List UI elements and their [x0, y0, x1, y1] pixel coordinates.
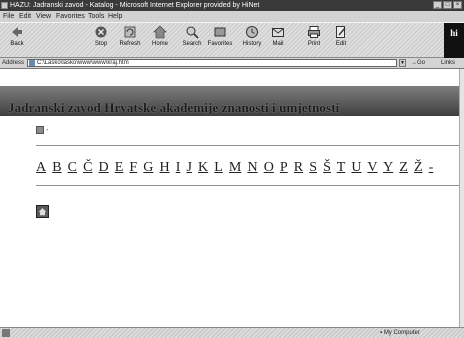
- zone-label: My Computer: [383, 330, 420, 336]
- top-nav-row: -: [36, 126, 48, 135]
- security-zone: ▪ My Computer: [380, 328, 420, 338]
- home-button[interactable]: Home: [145, 25, 175, 48]
- letter-link-k[interactable]: K: [198, 160, 208, 175]
- stop-button[interactable]: Stop: [86, 25, 116, 48]
- letter-link-h[interactable]: H: [160, 160, 170, 175]
- menu-favorites[interactable]: Favorites: [56, 11, 85, 22]
- home-icon: [153, 25, 167, 39]
- divider: [36, 185, 464, 186]
- search-button[interactable]: Search: [177, 25, 207, 48]
- menu-bar: File Edit View Favorites Tools Help: [0, 11, 464, 22]
- refresh-label: Refresh: [119, 41, 141, 47]
- vertical-scrollbar[interactable]: [459, 69, 464, 327]
- letter-link-y[interactable]: Y: [383, 160, 393, 175]
- menu-file[interactable]: File: [3, 11, 14, 22]
- history-icon: [246, 26, 258, 38]
- home-label: Home: [151, 41, 168, 47]
- letter-link-u[interactable]: U: [351, 160, 361, 175]
- window-title: HAZU: Jadranski zavod - Katalog - Micros…: [10, 2, 260, 9]
- search-label: Search: [182, 41, 202, 47]
- page-content: Jadranski zavod Hrvatske akademije znano…: [0, 69, 464, 327]
- edit-button[interactable]: Edit: [326, 25, 356, 48]
- small-image-icon[interactable]: [36, 126, 44, 135]
- print-label: Print: [307, 41, 321, 47]
- stop-label: Stop: [94, 41, 108, 47]
- letter-link-s[interactable]: S: [309, 160, 317, 175]
- letter-link-m[interactable]: M: [229, 160, 241, 175]
- refresh-icon: [124, 26, 136, 38]
- maximize-button[interactable]: □: [443, 1, 452, 9]
- mail-label: Mail: [272, 41, 284, 47]
- address-bar: Address C:\Lasko\lasko\www\www\kraj.htm …: [0, 58, 464, 69]
- mail-icon: [272, 28, 284, 37]
- computer-icon: ▪: [380, 330, 383, 336]
- letter-link-n[interactable]: N: [247, 160, 257, 175]
- top-nav-dash: -: [45, 127, 49, 134]
- address-input[interactable]: C:\Lasko\lasko\www\www\kraj.htm: [27, 59, 397, 67]
- menu-view[interactable]: View: [36, 11, 51, 22]
- home-icon[interactable]: [36, 205, 49, 218]
- menu-edit[interactable]: Edit: [19, 11, 31, 22]
- window-controls: _ □ ×: [433, 1, 462, 9]
- go-label: Go: [417, 60, 426, 66]
- address-dropdown-button[interactable]: ▼: [399, 59, 406, 67]
- status-bar: ▪ My Computer: [0, 327, 464, 338]
- history-label: History: [242, 41, 262, 47]
- favorites-button[interactable]: Favorites: [205, 25, 235, 48]
- letter-link-t[interactable]: T: [337, 160, 346, 175]
- search-icon: [186, 26, 199, 39]
- edit-label: Edit: [335, 41, 347, 47]
- letter-link-z-caron[interactable]: Ž: [414, 160, 423, 175]
- back-button[interactable]: Back: [2, 25, 32, 48]
- letter-link-v[interactable]: V: [367, 160, 377, 175]
- page-icon: [29, 60, 35, 66]
- letter-link-c-caron[interactable]: Č: [83, 160, 92, 175]
- edit-icon: [336, 26, 346, 38]
- ie-icon: [1, 2, 8, 9]
- isp-logo: hi: [444, 23, 464, 59]
- toolbar: Back Stop Refresh Home Search Favorites …: [0, 22, 464, 59]
- favorites-label: Favorites: [207, 41, 233, 47]
- page-title: Jadranski zavod Hrvatske akademije znano…: [8, 100, 340, 115]
- letter-link-b[interactable]: B: [52, 160, 61, 175]
- go-button[interactable]: →Go: [411, 58, 425, 68]
- letter-link-d[interactable]: D: [99, 160, 109, 175]
- mail-button[interactable]: Mail: [263, 25, 293, 48]
- menu-help[interactable]: Help: [108, 11, 122, 22]
- letter-link-a[interactable]: A: [36, 160, 46, 175]
- letter-link-dash[interactable]: -: [429, 160, 434, 175]
- letter-link-c[interactable]: C: [68, 160, 77, 175]
- letter-link-e[interactable]: E: [115, 160, 124, 175]
- print-button[interactable]: Print: [299, 25, 329, 48]
- stop-icon: [95, 26, 107, 38]
- letter-link-o[interactable]: O: [264, 160, 274, 175]
- letter-link-i[interactable]: I: [176, 160, 181, 175]
- address-label: Address: [2, 60, 25, 66]
- letter-link-g[interactable]: G: [143, 160, 153, 175]
- letter-link-s-caron[interactable]: Š: [323, 160, 331, 175]
- letter-link-z[interactable]: Z: [399, 160, 408, 175]
- favorites-icon: [214, 27, 226, 37]
- letter-link-p[interactable]: P: [280, 160, 288, 175]
- close-button[interactable]: ×: [453, 1, 462, 9]
- back-arrow-icon: [12, 27, 22, 37]
- letter-link-j[interactable]: J: [187, 160, 192, 175]
- letter-link-f[interactable]: F: [129, 160, 137, 175]
- divider: [36, 145, 464, 146]
- page-status-icon: [2, 329, 10, 337]
- back-label: Back: [10, 41, 24, 47]
- title-bar: HAZU: Jadranski zavod - Katalog - Micros…: [0, 0, 464, 11]
- print-icon: [308, 26, 320, 38]
- menu-tools[interactable]: Tools: [88, 11, 104, 22]
- letter-link-l[interactable]: L: [214, 160, 223, 175]
- refresh-button[interactable]: Refresh: [115, 25, 145, 48]
- minimize-button[interactable]: _: [433, 1, 442, 9]
- page-banner: Jadranski zavod Hrvatske akademije znano…: [0, 86, 464, 116]
- links-button[interactable]: Links: [441, 58, 455, 68]
- address-url: C:\Lasko\lasko\www\www\kraj.htm: [37, 60, 129, 66]
- alphabet-index: A B C Č D E F G H I J K L M N O P R S Š …: [36, 160, 436, 176]
- letter-link-r[interactable]: R: [294, 160, 303, 175]
